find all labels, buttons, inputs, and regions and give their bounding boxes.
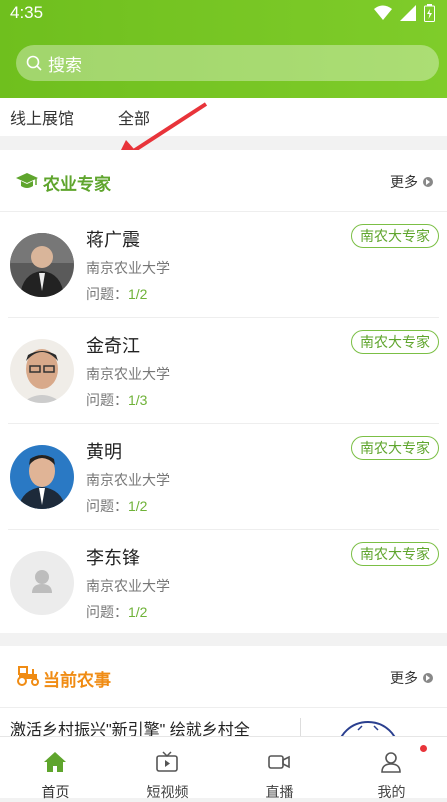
- tab-online-hall[interactable]: 线上展馆: [10, 105, 74, 129]
- expert-tag: 南农大专家: [351, 330, 439, 354]
- search-placeholder: 搜索: [48, 55, 82, 75]
- expert-questions: 问题：1/2: [86, 604, 148, 620]
- expert-row[interactable]: 金奇江 南京农业大学 问题：1/3 南农大专家: [8, 318, 439, 424]
- expert-name: 金奇江: [86, 336, 140, 356]
- bottom-tab-bar: 首页 短视频 直播 我的: [0, 736, 447, 800]
- tabbar-home-label: 首页: [41, 784, 70, 800]
- avatar: [10, 445, 74, 509]
- avatar: [10, 551, 74, 615]
- signal-icon: [400, 5, 416, 21]
- news-item[interactable]: 激活乡村振兴"新引擎" 绘就乡村全: [0, 710, 447, 736]
- experts-header: 农业专家 更多: [0, 150, 447, 212]
- tabbar-short-video-label: 短视频: [146, 784, 189, 800]
- search-icon: [26, 55, 42, 71]
- expert-org: 南京农业大学: [86, 472, 170, 488]
- farming-more-label: 更多: [390, 670, 418, 686]
- expert-row[interactable]: 黄明 南京农业大学 问题：1/2 南农大专家: [8, 424, 439, 530]
- farming-card: 当前农事 更多: [0, 646, 447, 710]
- expert-questions: 问题：1/3: [86, 392, 148, 408]
- video-camera-icon: [268, 755, 290, 769]
- expert-tag: 南农大专家: [351, 436, 439, 460]
- farming-header: 当前农事 更多: [0, 646, 447, 708]
- status-icons: [374, 4, 435, 22]
- divider: [300, 718, 301, 736]
- graduation-cap-icon: [16, 173, 38, 188]
- experts-more-label: 更多: [390, 174, 418, 190]
- expert-name: 蒋广震: [86, 230, 140, 250]
- app-header: 4:35 搜索: [0, 0, 447, 98]
- expert-questions: 问题：1/2: [86, 286, 148, 302]
- experts-more-link[interactable]: 更多: [390, 172, 433, 192]
- experts-title: 农业专家: [43, 175, 111, 194]
- tractor-icon: [17, 666, 39, 686]
- chevron-right-icon: [423, 177, 433, 187]
- tabbar-home[interactable]: 首页: [0, 737, 111, 800]
- expert-row[interactable]: 蒋广震 南京农业大学 问题：1/2 南农大专家: [8, 212, 439, 318]
- expert-org: 南京农业大学: [86, 366, 170, 382]
- tv-icon: [156, 751, 178, 772]
- category-tabs: 线上展馆 全部: [0, 98, 447, 136]
- news-headline: 激活乡村振兴"新引擎" 绘就乡村全: [10, 722, 250, 736]
- news-thumbnail: [340, 721, 396, 736]
- tabbar-live-label: 直播: [265, 784, 294, 800]
- home-icon: [44, 752, 66, 772]
- expert-org: 南京农业大学: [86, 260, 170, 276]
- wifi-icon: [374, 5, 392, 20]
- tabbar-live[interactable]: 直播: [224, 737, 335, 800]
- chevron-right-icon: [423, 673, 433, 683]
- battery-icon: [424, 4, 435, 22]
- user-icon: [381, 752, 401, 773]
- expert-name: 李东锋: [86, 548, 140, 568]
- expert-row[interactable]: 李东锋 南京农业大学 问题：1/2 南农大专家: [8, 530, 439, 636]
- notification-dot: [420, 745, 427, 752]
- search-bar[interactable]: 搜索: [16, 45, 439, 81]
- expert-questions: 问题：1/2: [86, 498, 148, 514]
- tabbar-me[interactable]: 我的: [336, 737, 447, 800]
- avatar: [10, 233, 74, 297]
- expert-tag: 南农大专家: [351, 224, 439, 248]
- expert-tag: 南农大专家: [351, 542, 439, 566]
- avatar: [10, 339, 74, 403]
- status-bar: 4:35: [0, 0, 447, 28]
- experts-card: 农业专家 更多 蒋广震 南京农业大学 问题：1/2 南农大专家 金奇江 南京农业…: [0, 150, 447, 633]
- tabbar-short-video[interactable]: 短视频: [112, 737, 223, 800]
- expert-org: 南京农业大学: [86, 578, 170, 594]
- farming-more-link[interactable]: 更多: [390, 668, 433, 688]
- farming-title: 当前农事: [43, 671, 111, 690]
- tabbar-me-label: 我的: [377, 784, 406, 800]
- status-time: 4:35: [10, 3, 44, 22]
- expert-name: 黄明: [86, 442, 122, 462]
